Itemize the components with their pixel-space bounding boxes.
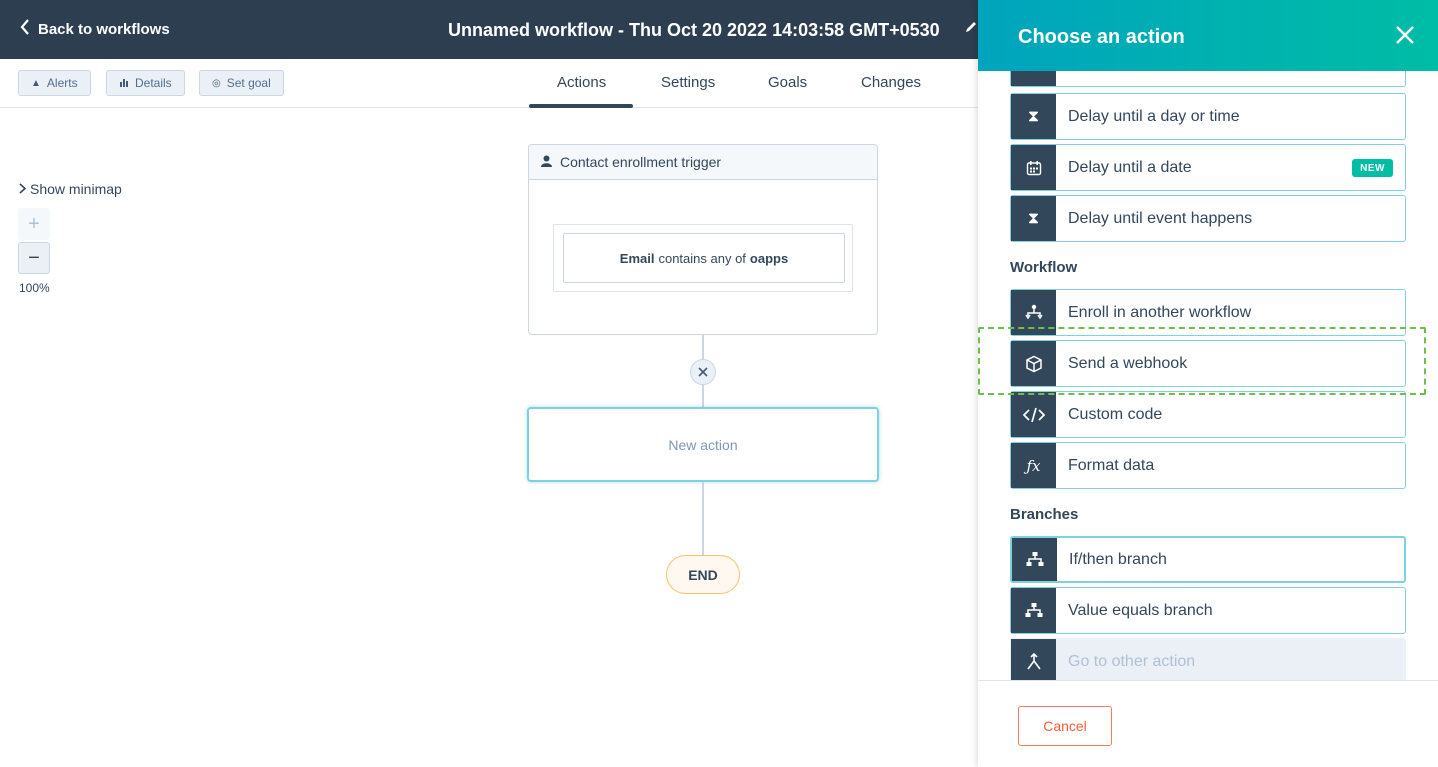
- tab-actions[interactable]: Actions: [557, 74, 606, 91]
- merge-icon: [1011, 639, 1056, 684]
- new-badge: NEW: [1352, 159, 1393, 177]
- code-icon: [1011, 392, 1056, 437]
- choose-action-panel: Choose an action ⧗ Choose an action ⧗ De…: [978, 0, 1438, 767]
- close-icon: [1396, 20, 1414, 50]
- hourglass-icon: ⧗: [1011, 196, 1056, 241]
- action-delay-date[interactable]: Delay until a date NEW: [1010, 144, 1406, 191]
- panel-title-overlay: Choose an action: [1018, 26, 1185, 48]
- details-label: Details: [135, 76, 172, 90]
- action-label: Format data: [1068, 456, 1155, 474]
- action-label: Delay until event happens: [1068, 209, 1253, 227]
- filter-property: Email: [619, 250, 655, 266]
- tab-changes[interactable]: Changes: [861, 74, 921, 91]
- zoom-out-button[interactable]: −: [18, 242, 50, 274]
- branch-icon: [1011, 588, 1056, 633]
- cube-icon: [1011, 341, 1056, 386]
- section-workflow: Workflow: [1010, 259, 1078, 276]
- trigger-title: Contact enrollment trigger: [560, 154, 722, 170]
- panel-footer: Cancel: [978, 680, 1438, 767]
- new-action-placeholder[interactable]: New action: [527, 407, 879, 482]
- enrollment-trigger-card[interactable]: Contact enrollment trigger Email contain…: [528, 144, 878, 335]
- warning-icon: ▲: [31, 77, 41, 89]
- alerts-label: Alerts: [46, 76, 78, 90]
- filter-group: Email contains any of oapps: [553, 224, 853, 292]
- filter-condition[interactable]: Email contains any of oapps: [563, 233, 845, 283]
- tab-goals[interactable]: Goals: [768, 74, 807, 91]
- branch-icon: [1012, 538, 1057, 581]
- action-delay-day-time[interactable]: ⧗ Delay until a day or time: [1010, 93, 1406, 140]
- connector-line: [702, 482, 704, 555]
- workflow-icon: [1011, 290, 1056, 335]
- cancel-button[interactable]: Cancel: [1018, 706, 1112, 746]
- pencil-icon[interactable]: [964, 20, 978, 38]
- action-send-webhook[interactable]: Send a webhook: [1010, 340, 1406, 387]
- action-custom-code[interactable]: Custom code: [1010, 391, 1406, 438]
- target-icon: ◎: [212, 77, 221, 89]
- bar-chart-icon: [119, 77, 129, 90]
- close-icon[interactable]: [690, 359, 716, 385]
- action-enroll-workflow[interactable]: Enroll in another workflow: [1010, 289, 1406, 336]
- action-label: If/then branch: [1069, 550, 1167, 568]
- close-panel-button-overlay[interactable]: [1396, 22, 1414, 48]
- show-minimap-toggle[interactable]: Show minimap: [19, 181, 122, 197]
- action-label: Value equals branch: [1068, 601, 1213, 619]
- function-icon: ƒx: [1011, 443, 1056, 488]
- action-if-then-branch[interactable]: If/then branch: [1010, 536, 1406, 583]
- back-to-workflows-link[interactable]: Back to workflows: [20, 19, 170, 39]
- minimap-label: Show minimap: [30, 181, 122, 197]
- calendar-icon: [1011, 145, 1056, 190]
- section-branches: Branches: [1010, 506, 1079, 523]
- zoom-level: 100%: [19, 281, 50, 295]
- chevron-right-icon: [19, 181, 27, 197]
- action-delay-event[interactable]: ⧗ Delay until event happens: [1010, 195, 1406, 242]
- action-label: Delay until a date: [1068, 158, 1192, 176]
- action-label: Go to other action: [1068, 652, 1196, 670]
- zoom-in-button[interactable]: +: [18, 208, 50, 240]
- panel-header-overlay: Choose an action: [978, 0, 1438, 71]
- chevron-left-icon: [20, 19, 30, 39]
- active-tab-indicator: [529, 104, 633, 108]
- workflow-toolbar: ▲ Alerts Details ◎ Set goal Actions Sett…: [0, 59, 978, 108]
- workflow-title[interactable]: Unnamed workflow - Thu Oct 20 2022 14:03…: [448, 20, 940, 41]
- action-format-data[interactable]: ƒx Format data: [1010, 442, 1406, 489]
- action-label: Enroll in another workflow: [1068, 303, 1252, 321]
- filter-operator: contains any of: [658, 250, 746, 266]
- action-go-to-other[interactable]: Go to other action: [1010, 638, 1406, 685]
- set-goal-label: Set goal: [226, 76, 271, 90]
- action-label: Custom code: [1068, 405, 1163, 423]
- filter-value: oapps: [749, 250, 789, 266]
- action-label: Delay until a day or time: [1068, 107, 1240, 125]
- contact-icon: [541, 154, 552, 170]
- action-label: Send a webhook: [1068, 354, 1188, 372]
- trigger-header: Contact enrollment trigger: [529, 145, 877, 180]
- connector-line: [702, 335, 704, 359]
- connector-line: [702, 385, 704, 407]
- hourglass-icon: ⧗: [1011, 94, 1056, 139]
- tab-settings[interactable]: Settings: [661, 74, 715, 91]
- alerts-button[interactable]: ▲ Alerts: [18, 70, 91, 96]
- action-value-equals-branch[interactable]: Value equals branch: [1010, 587, 1406, 634]
- set-goal-button[interactable]: ◎ Set goal: [199, 70, 284, 96]
- back-label: Back to workflows: [38, 20, 170, 38]
- details-button[interactable]: Details: [106, 70, 185, 96]
- end-node: END: [666, 555, 740, 594]
